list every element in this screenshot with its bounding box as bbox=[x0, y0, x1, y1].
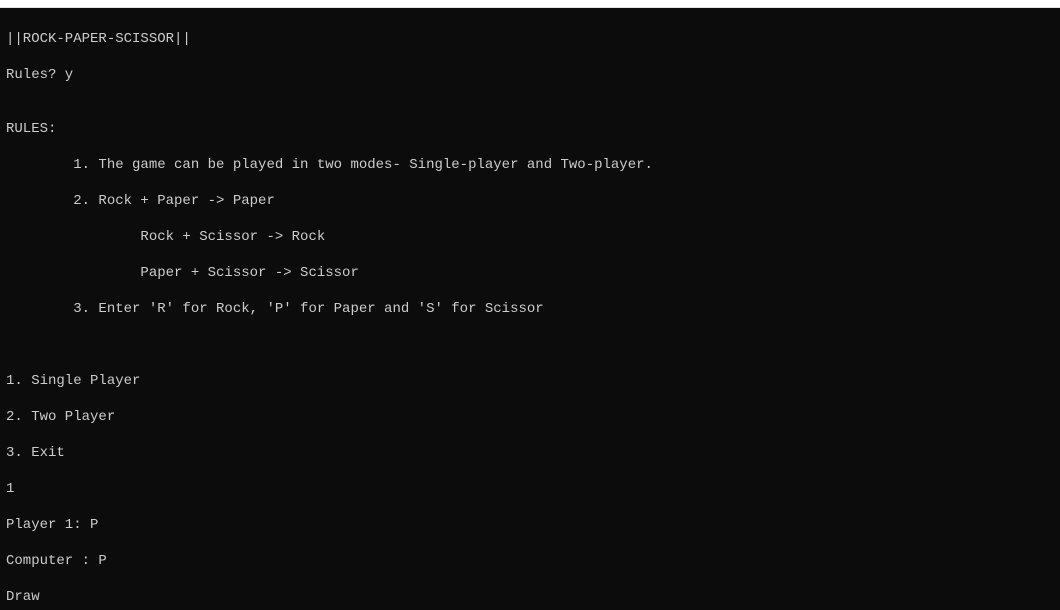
menu-option-exit: 3. Exit bbox=[6, 444, 1054, 462]
rule-line-3: 3. Enter 'R' for Rock, 'P' for Paper and… bbox=[6, 300, 1054, 318]
player1-move: Player 1: P bbox=[6, 516, 1054, 534]
rule-line-2b: Rock + Scissor -> Rock bbox=[6, 228, 1054, 246]
rules-prompt-line: Rules? y bbox=[6, 66, 1054, 84]
computer-move: Computer : P bbox=[6, 552, 1054, 570]
rule-line-2c: Paper + Scissor -> Scissor bbox=[6, 264, 1054, 282]
rule-line-1: 1. The game can be played in two modes- … bbox=[6, 156, 1054, 174]
menu-option-single-player: 1. Single Player bbox=[6, 372, 1054, 390]
game-title: ||ROCK-PAPER-SCISSOR|| bbox=[6, 30, 1054, 48]
rule-line-2: 2. Rock + Paper -> Paper bbox=[6, 192, 1054, 210]
terminal-output[interactable]: ||ROCK-PAPER-SCISSOR|| Rules? y RULES: 1… bbox=[0, 8, 1060, 610]
rules-header: RULES: bbox=[6, 120, 1054, 138]
user-choice: 1 bbox=[6, 480, 1054, 498]
window-title-bar bbox=[0, 0, 1060, 8]
menu-option-two-player: 2. Two Player bbox=[6, 408, 1054, 426]
round-result: Draw bbox=[6, 588, 1054, 606]
